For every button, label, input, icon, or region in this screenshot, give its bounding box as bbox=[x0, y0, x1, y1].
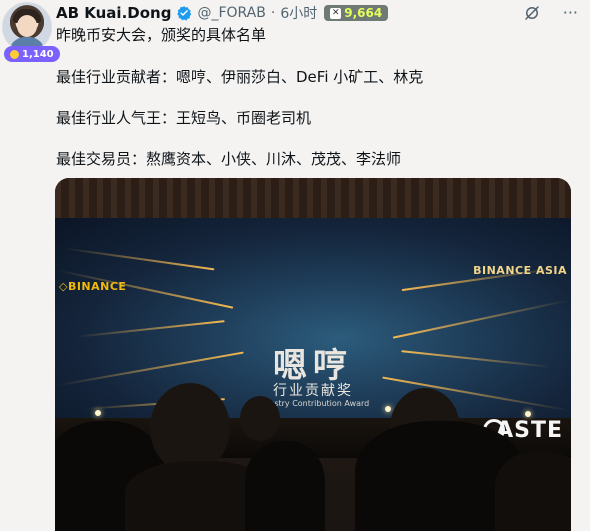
audience-head bbox=[150, 383, 230, 473]
tweet-photo[interactable]: ◇BINANCE BINANCE ASIA 嗯哼 行业贡献奖 Industry … bbox=[55, 178, 571, 531]
tweet-header: AB Kuai.Dong @_FORAB · 6小时 ✕ 9,664 bbox=[56, 3, 389, 23]
binance-logo-left: ◇BINANCE bbox=[59, 280, 127, 293]
author-avatar-group[interactable]: 1,140 bbox=[2, 2, 60, 64]
crowd-silhouette bbox=[245, 441, 325, 531]
grok-icon[interactable] bbox=[523, 4, 541, 22]
tweet-text-line-1: 昨晚币安大会，颁奖的具体名单 bbox=[56, 26, 267, 44]
avatar-count-badge: 1,140 bbox=[4, 46, 60, 62]
tweet-actions-top: ··· bbox=[523, 4, 578, 22]
ceiling-light bbox=[385, 406, 391, 412]
ceiling-light bbox=[525, 411, 531, 417]
crowd-silhouette bbox=[495, 451, 571, 531]
author-handle[interactable]: @_FORAB bbox=[197, 5, 265, 21]
avatar-count: 1,140 bbox=[22, 48, 54, 60]
avatar[interactable] bbox=[2, 2, 52, 52]
tweet-text-line-2: 最佳行业贡献者：嗯哼、伊丽莎白、DeFi 小矿工、林克 bbox=[56, 68, 424, 86]
light-streak bbox=[392, 299, 570, 339]
avatar-face bbox=[17, 15, 37, 37]
coin-icon bbox=[10, 49, 19, 59]
tweet-text-line-4: 最佳交易员：熬鹰资本、小侠、川沐、茂茂、李法师 bbox=[56, 150, 402, 168]
binance-asia-logo: BINANCE ASIA bbox=[473, 264, 567, 277]
separator-dot: · bbox=[270, 5, 276, 21]
score-value: 9,664 bbox=[344, 6, 383, 20]
award-title-cn: 行业贡献奖 bbox=[273, 383, 353, 399]
x-logo-icon: ✕ bbox=[330, 7, 342, 19]
photo-stage-screen: ◇BINANCE BINANCE ASIA 嗯哼 行业贡献奖 Industry … bbox=[55, 218, 571, 438]
light-streak bbox=[65, 247, 215, 271]
score-badge: ✕ 9,664 bbox=[324, 5, 389, 21]
award-title-en: Industry Contribution Award bbox=[256, 399, 370, 408]
more-icon[interactable]: ··· bbox=[563, 5, 578, 21]
ceiling-light bbox=[95, 410, 101, 416]
tweet-text-line-3: 最佳行业人气王：王短鸟、币圈老司机 bbox=[56, 109, 312, 127]
audience-head bbox=[240, 396, 280, 441]
verified-badge-icon bbox=[177, 6, 192, 21]
author-name[interactable]: AB Kuai.Dong bbox=[56, 4, 171, 22]
light-streak bbox=[75, 320, 225, 338]
tweet-time[interactable]: 6小时 bbox=[280, 3, 317, 23]
